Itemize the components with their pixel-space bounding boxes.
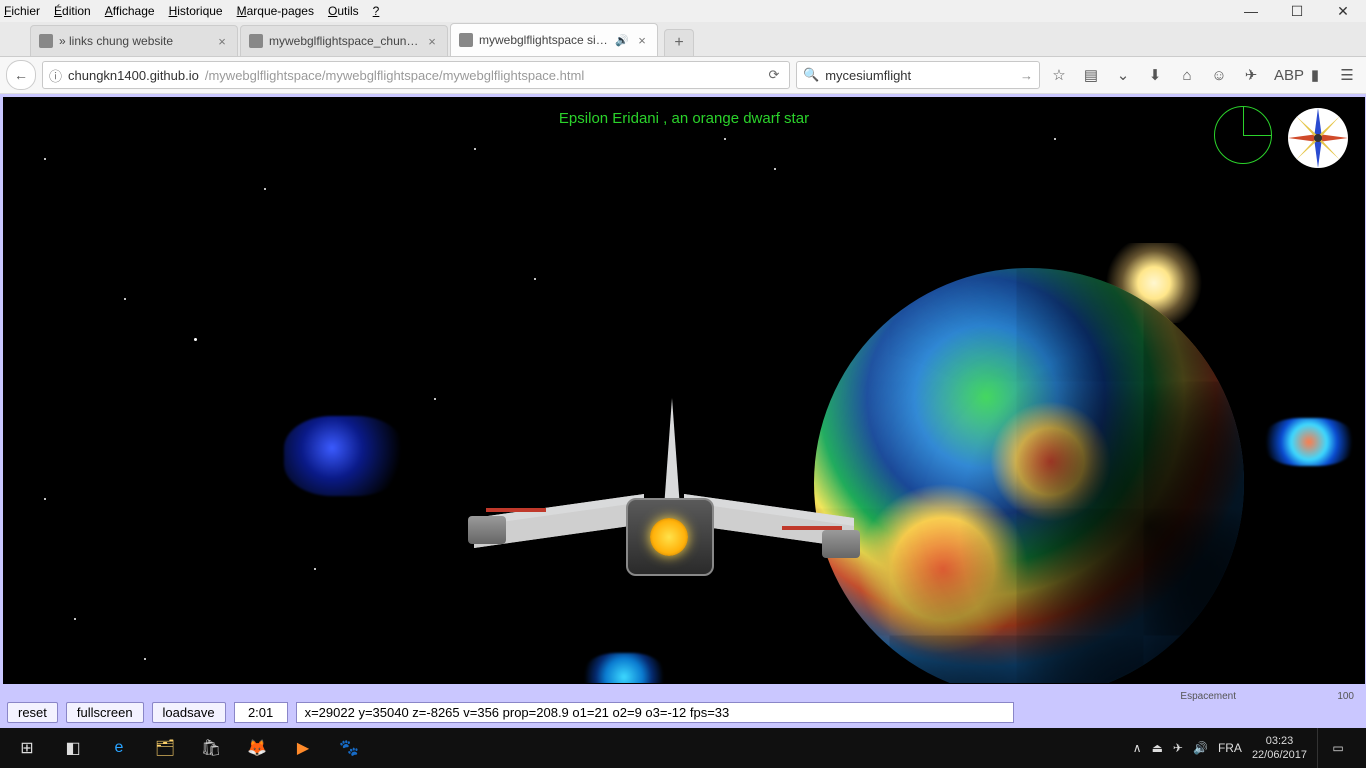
- toolbar-icons: ☆ ▤ ⌄ ⬇ ⌂ ☺ ✈ ABP ▮ ☰: [1046, 66, 1360, 84]
- downloads-icon[interactable]: ⬇: [1146, 66, 1164, 84]
- sim-clock-input[interactable]: 2:01: [234, 702, 288, 723]
- menu-marque-pages[interactable]: Marque-pages: [237, 4, 314, 18]
- tab-close-button[interactable]: ×: [215, 34, 229, 48]
- action-center-icon[interactable]: ▭: [1317, 728, 1358, 768]
- system-tray: ∧ ⏏ ✈ 🔊 FRA 03:23 22/06/2017 ▭: [1133, 728, 1362, 768]
- planet: [814, 268, 1244, 684]
- browser-toolbar: ← ⓘ chungkn1400.github.io/mywebglflights…: [0, 57, 1366, 94]
- abp-icon[interactable]: ABP: [1274, 67, 1292, 84]
- task-view-button[interactable]: ◧: [50, 728, 96, 768]
- back-button[interactable]: ←: [6, 60, 36, 90]
- tab-strip: » links chung website×mywebglflightspace…: [0, 22, 1366, 57]
- webgl-canvas[interactable]: Epsilon Eridani , an orange dwarf star: [3, 97, 1365, 684]
- airplane-mode-icon[interactable]: ✈: [1173, 741, 1183, 755]
- url-path: /mywebglflightspace/mywebglflightspace/m…: [205, 68, 584, 83]
- hud: [1214, 106, 1350, 170]
- reset-button[interactable]: reset: [7, 702, 58, 723]
- home-icon[interactable]: ⌂: [1178, 67, 1196, 84]
- taskbar-date: 22/06/2017: [1252, 748, 1307, 762]
- sim-control-bar: reset fullscreen loadsave 2:01 x=29022 y…: [3, 699, 1363, 725]
- media-player-icon[interactable]: ▶: [280, 728, 326, 768]
- menu-affichage[interactable]: Affichage: [105, 4, 155, 18]
- tab-title: mywebglflightspace_chun…: [269, 34, 419, 48]
- store-icon[interactable]: 🛍: [188, 728, 234, 768]
- browser-tab[interactable]: mywebglflightspace si… 🔊 ×: [450, 23, 658, 56]
- audio-indicator-icon[interactable]: 🔊: [615, 33, 629, 47]
- volume-icon[interactable]: 🔊: [1193, 741, 1208, 755]
- start-button[interactable]: ⊞: [4, 728, 50, 768]
- reload-button[interactable]: ⟳: [765, 67, 783, 83]
- browser-tab[interactable]: » links chung website ×: [30, 25, 238, 56]
- pocket-icon[interactable]: ⌄: [1114, 66, 1132, 84]
- favicon-icon: [459, 33, 473, 47]
- sidebar-icon[interactable]: ▮: [1306, 66, 1324, 84]
- search-go-button[interactable]: →: [1020, 68, 1033, 83]
- sim-readout: x=29022 y=35040 z=-8265 v=356 prop=208.9…: [296, 702, 1014, 723]
- spaceship: [474, 398, 854, 578]
- tab-close-button[interactable]: ×: [425, 34, 439, 48]
- menu-fichier[interactable]: Fichier: [4, 4, 40, 18]
- loadsave-button[interactable]: loadsave: [152, 702, 226, 723]
- nebula-1: [284, 416, 404, 496]
- hamburger-menu-icon[interactable]: ☰: [1338, 66, 1356, 84]
- window-controls: — ☐ ✕: [1228, 0, 1366, 22]
- menu-édition[interactable]: Édition: [54, 4, 91, 18]
- bookmark-star-icon[interactable]: ☆: [1050, 66, 1068, 84]
- favicon-icon: [249, 34, 263, 48]
- window-close-button[interactable]: ✕: [1320, 0, 1366, 22]
- tab-title: mywebglflightspace si…: [479, 33, 609, 47]
- menu-?[interactable]: ?: [373, 4, 380, 18]
- status-zoom: 100: [1337, 691, 1354, 702]
- smiley-icon[interactable]: ☺: [1210, 67, 1228, 84]
- window-maximize-button[interactable]: ☐: [1274, 0, 1320, 22]
- tab-close-button[interactable]: ×: [635, 33, 649, 47]
- library-icon[interactable]: ▤: [1082, 66, 1100, 84]
- favicon-icon: [39, 34, 53, 48]
- page-content: Epsilon Eridani , an orange dwarf star: [0, 94, 1366, 728]
- taskbar-clock[interactable]: 03:23 22/06/2017: [1252, 734, 1307, 762]
- sim-caption: Epsilon Eridani , an orange dwarf star: [559, 110, 809, 127]
- firefox-icon[interactable]: 🦊: [234, 728, 280, 768]
- taskbar-time: 03:23: [1252, 734, 1307, 748]
- compass-icon: [1286, 106, 1350, 170]
- edge-icon[interactable]: e: [96, 728, 142, 768]
- site-info-icon[interactable]: ⓘ: [49, 66, 62, 85]
- tray-overflow-icon[interactable]: ∧: [1133, 741, 1142, 755]
- url-domain: chungkn1400.github.io: [68, 68, 199, 83]
- nebula-3: [1264, 418, 1354, 466]
- gimp-icon[interactable]: 🐾: [326, 728, 372, 768]
- menu-outils[interactable]: Outils: [328, 4, 359, 18]
- window-minimize-button[interactable]: —: [1228, 0, 1274, 22]
- browser-menubar: Fichier Édition Affichage Historique Marque-…: [0, 0, 1366, 22]
- menu-historique[interactable]: Historique: [169, 4, 223, 18]
- search-icon: 🔍: [803, 67, 819, 83]
- search-value: mycesiumflight: [825, 68, 911, 83]
- browser-tab[interactable]: mywebglflightspace_chun… ×: [240, 25, 448, 56]
- url-bar[interactable]: ⓘ chungkn1400.github.io/mywebglflightspa…: [42, 61, 790, 89]
- fullscreen-button[interactable]: fullscreen: [66, 702, 144, 723]
- browser-window: — ☐ ✕ Fichier Édition Affichage Historique M…: [0, 0, 1366, 768]
- send-icon[interactable]: ✈: [1242, 66, 1260, 84]
- new-tab-button[interactable]: +: [664, 29, 694, 56]
- search-bar[interactable]: 🔍 mycesiumflight →: [796, 61, 1040, 89]
- status-spacing: Espacement: [1180, 691, 1236, 702]
- windows-taskbar: ⊞◧e🗂🛍🦊▶🐾 ∧ ⏏ ✈ 🔊 FRA 03:23 22/06/2017 ▭: [0, 728, 1366, 768]
- file-explorer-icon[interactable]: 🗂: [142, 728, 188, 768]
- eject-icon[interactable]: ⏏: [1152, 741, 1163, 755]
- language-indicator[interactable]: FRA: [1218, 741, 1242, 755]
- nebula-2: [584, 653, 664, 684]
- tab-title: » links chung website: [59, 34, 209, 48]
- attitude-indicator-icon: [1214, 106, 1272, 164]
